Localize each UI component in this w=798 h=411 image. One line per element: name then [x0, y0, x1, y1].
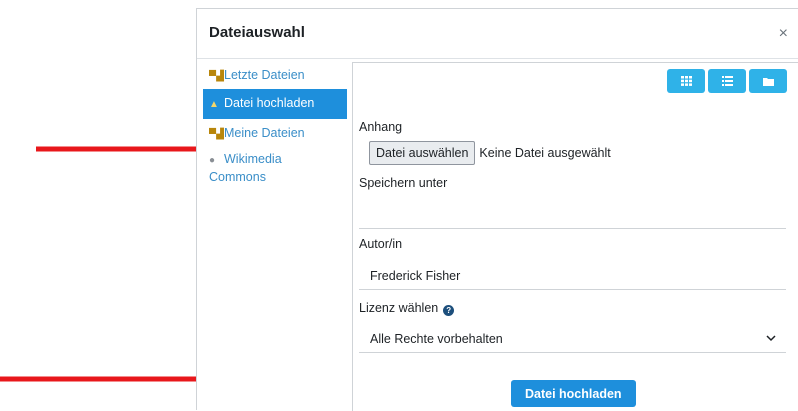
sidebar-item-upload[interactable]: ▲ Datei hochladen	[203, 89, 347, 119]
sidebar-item-wikimedia[interactable]: ● Wikimedia Commons	[203, 147, 293, 190]
sidebar-item-my-files[interactable]: ▀▟Meine Dateien	[203, 121, 347, 147]
globe-icon: ●	[209, 155, 216, 166]
view-toggle-group	[667, 69, 787, 93]
dialog-header: Dateiauswahl ×	[197, 9, 798, 59]
dialog-title: Dateiauswahl	[209, 24, 305, 41]
folder-view-button[interactable]	[749, 69, 787, 93]
file-input-row: Datei auswählen Keine Datei ausgewählt	[369, 141, 611, 165]
sidebar-item-label: Datei hochladen	[224, 96, 315, 110]
files-icon: ▀▟	[209, 71, 224, 82]
folder-view-icon	[762, 77, 774, 86]
list-view-button[interactable]	[708, 69, 746, 93]
help-icon[interactable]: ?	[443, 305, 455, 316]
save-as-label: Speichern unter	[359, 176, 448, 190]
upload-icon: ▲	[209, 99, 219, 110]
author-label: Autor/in	[359, 237, 403, 251]
attachment-label: Anhang	[359, 120, 403, 134]
list-view-icon	[721, 76, 733, 86]
license-select-value: Alle Rechte vorbehalten	[370, 332, 503, 346]
sidebar-item-label: Meine Dateien	[224, 126, 305, 140]
grid-view-button[interactable]	[667, 69, 705, 93]
sidebar-item-recent-files[interactable]: ▀▟Letzte Dateien	[203, 63, 347, 89]
files-icon: ▀▟	[209, 129, 224, 140]
sidebar-item-label: Letzte Dateien	[224, 68, 305, 82]
license-label: Lizenz wählen	[359, 301, 439, 315]
upload-file-button[interactable]: Datei hochladen	[511, 380, 636, 407]
choose-file-button[interactable]: Datei auswählen	[369, 141, 476, 165]
save-as-input[interactable]	[359, 201, 786, 229]
close-button[interactable]: ×	[779, 26, 788, 42]
file-status-text: Keine Datei ausgewählt	[479, 146, 611, 160]
license-select[interactable]: Alle Rechte vorbehalten	[359, 325, 786, 353]
chevron-down-icon	[766, 335, 776, 342]
license-label-row: Lizenz wählen?	[359, 301, 455, 316]
author-input[interactable]: Frederick Fisher	[359, 262, 786, 290]
file-picker-dialog: Dateiauswahl × ▀▟Letzte Dateien ▲ Datei h…	[196, 8, 798, 411]
grid-view-icon	[680, 76, 692, 86]
upload-panel: Anhang Datei auswählen Keine Datei ausge…	[352, 62, 798, 411]
repository-sidebar: ▀▟Letzte Dateien ▲ Datei hochladen ▀▟Mein…	[203, 63, 347, 190]
